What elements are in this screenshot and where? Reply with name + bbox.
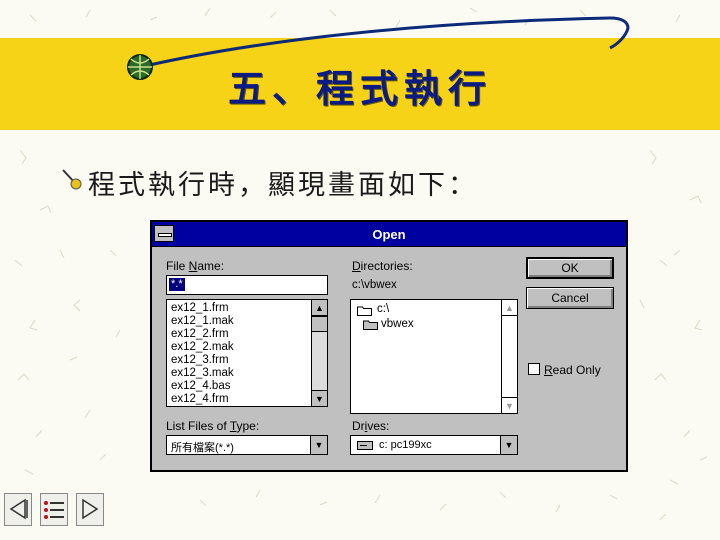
nav-next-icon[interactable]	[76, 493, 104, 526]
file-name-value: *.*	[169, 278, 185, 291]
scroll-up-icon[interactable]: ▲	[502, 300, 517, 316]
file-list-item[interactable]: ex12_4.bas	[167, 380, 327, 393]
dir-item-vbwex[interactable]: vbwex	[381, 318, 414, 330]
drive-value: c: pc199xc	[379, 439, 432, 451]
file-list-item[interactable]: ex12_2.mak	[167, 341, 327, 354]
file-list[interactable]: ex12_1.frm ex12_1.mak ex12_2.frm ex12_2.mak…	[166, 299, 328, 407]
file-list-item[interactable]: ex12_4.frm	[167, 393, 327, 406]
cancel-button[interactable]: Cancel	[526, 287, 614, 309]
file-name-label: File Name:	[166, 259, 225, 273]
dialog-titlebar[interactable]: Open	[152, 222, 626, 247]
slide-title: 五、程式執行	[227, 66, 492, 111]
file-type-select[interactable]: 所有檔案(*.*) ▼	[166, 435, 328, 455]
open-dialog: Open File Name: *.* ex12_1.frm ex12_1.mak…	[150, 220, 628, 472]
file-list-item[interactable]: ex12_3.mak	[167, 367, 327, 380]
nav-outline-icon[interactable]	[40, 493, 68, 526]
dialog-title: Open	[372, 227, 406, 242]
file-list-item[interactable]: ex12_3.frm	[167, 354, 327, 367]
file-list-item[interactable]: ex12_1.mak	[167, 315, 327, 328]
folder-open-icon	[363, 320, 378, 330]
file-type-value: 所有檔案(*.*)	[171, 442, 234, 454]
read-only-label: Read Only	[544, 363, 601, 377]
directory-scrollbar[interactable]: ▲ ▼	[501, 300, 517, 413]
bullet-icon	[62, 169, 82, 190]
read-only-checkbox[interactable]	[528, 363, 540, 375]
scroll-down-icon[interactable]: ▼	[312, 390, 327, 406]
current-directory: c:\vbwex	[352, 279, 397, 291]
nav-home-icon[interactable]	[4, 493, 32, 526]
dropdown-arrow-icon[interactable]: ▼	[500, 436, 517, 454]
file-list-item[interactable]: ex12_2.frm	[167, 328, 327, 341]
dropdown-arrow-icon[interactable]: ▼	[310, 436, 327, 454]
dir-item-root[interactable]: c:\	[377, 303, 389, 315]
scroll-up-icon[interactable]: ▲	[312, 300, 327, 316]
list-types-label: List Files of Type:	[166, 419, 260, 433]
ok-button[interactable]: OK	[526, 257, 614, 279]
scroll-thumb[interactable]	[312, 316, 327, 332]
drive-select[interactable]: c: pc199xc ▼	[350, 435, 518, 455]
directories-label: Directories:	[352, 259, 413, 273]
file-list-scrollbar[interactable]: ▲ ▼	[311, 300, 327, 406]
scroll-down-icon[interactable]: ▼	[502, 397, 517, 413]
bullet-text: 程式執行時，顯現畫面如下：	[88, 170, 478, 201]
drive-icon	[357, 441, 373, 450]
directory-list[interactable]: c:\ vbwex ▲ ▼	[350, 299, 518, 414]
drives-label: Drives:	[352, 419, 390, 433]
file-list-item[interactable]: ex12_1.frm	[167, 302, 327, 315]
file-name-input[interactable]: *.*	[166, 275, 328, 295]
folder-open-icon	[357, 306, 372, 316]
